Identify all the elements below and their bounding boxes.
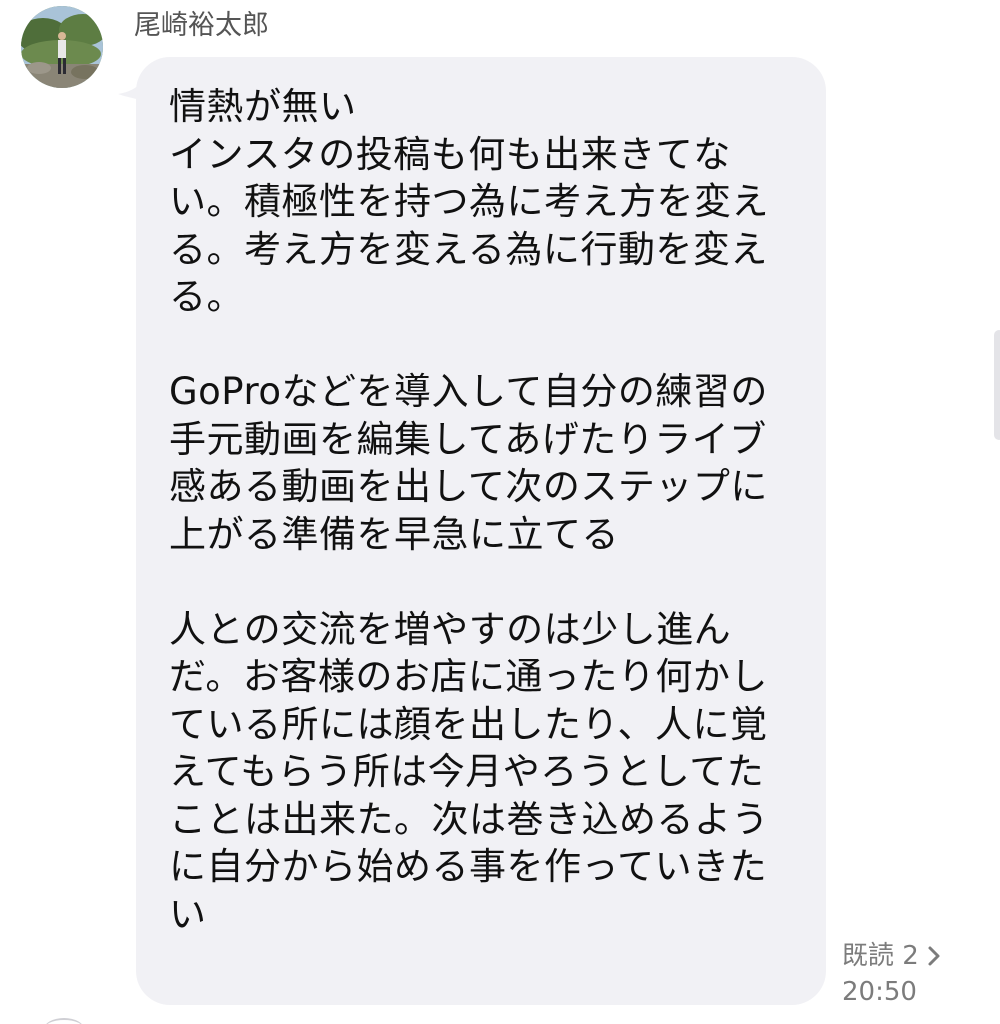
read-count-label: 既読 2 [842,941,919,971]
message-text: 情熱が無い インスタの投稿も何も出来きてない。積極性を持つ為に考え方を変える。考… [169,85,769,936]
avatar-photo [21,6,103,88]
sender-avatar[interactable] [21,6,103,88]
message-bubble[interactable]: 情熱が無い インスタの投稿も何も出来きてない。積極性を持つ為に考え方を変える。考… [136,57,826,1005]
chevron-right-icon [928,946,940,966]
read-receipt[interactable]: 既読 2 [842,938,943,974]
sender-name: 尾崎裕太郎 [134,10,269,41]
edge-scroll-handle[interactable] [994,330,1000,440]
next-avatar-peek [44,1018,84,1024]
message-timestamp: 20:50 [842,977,917,1007]
